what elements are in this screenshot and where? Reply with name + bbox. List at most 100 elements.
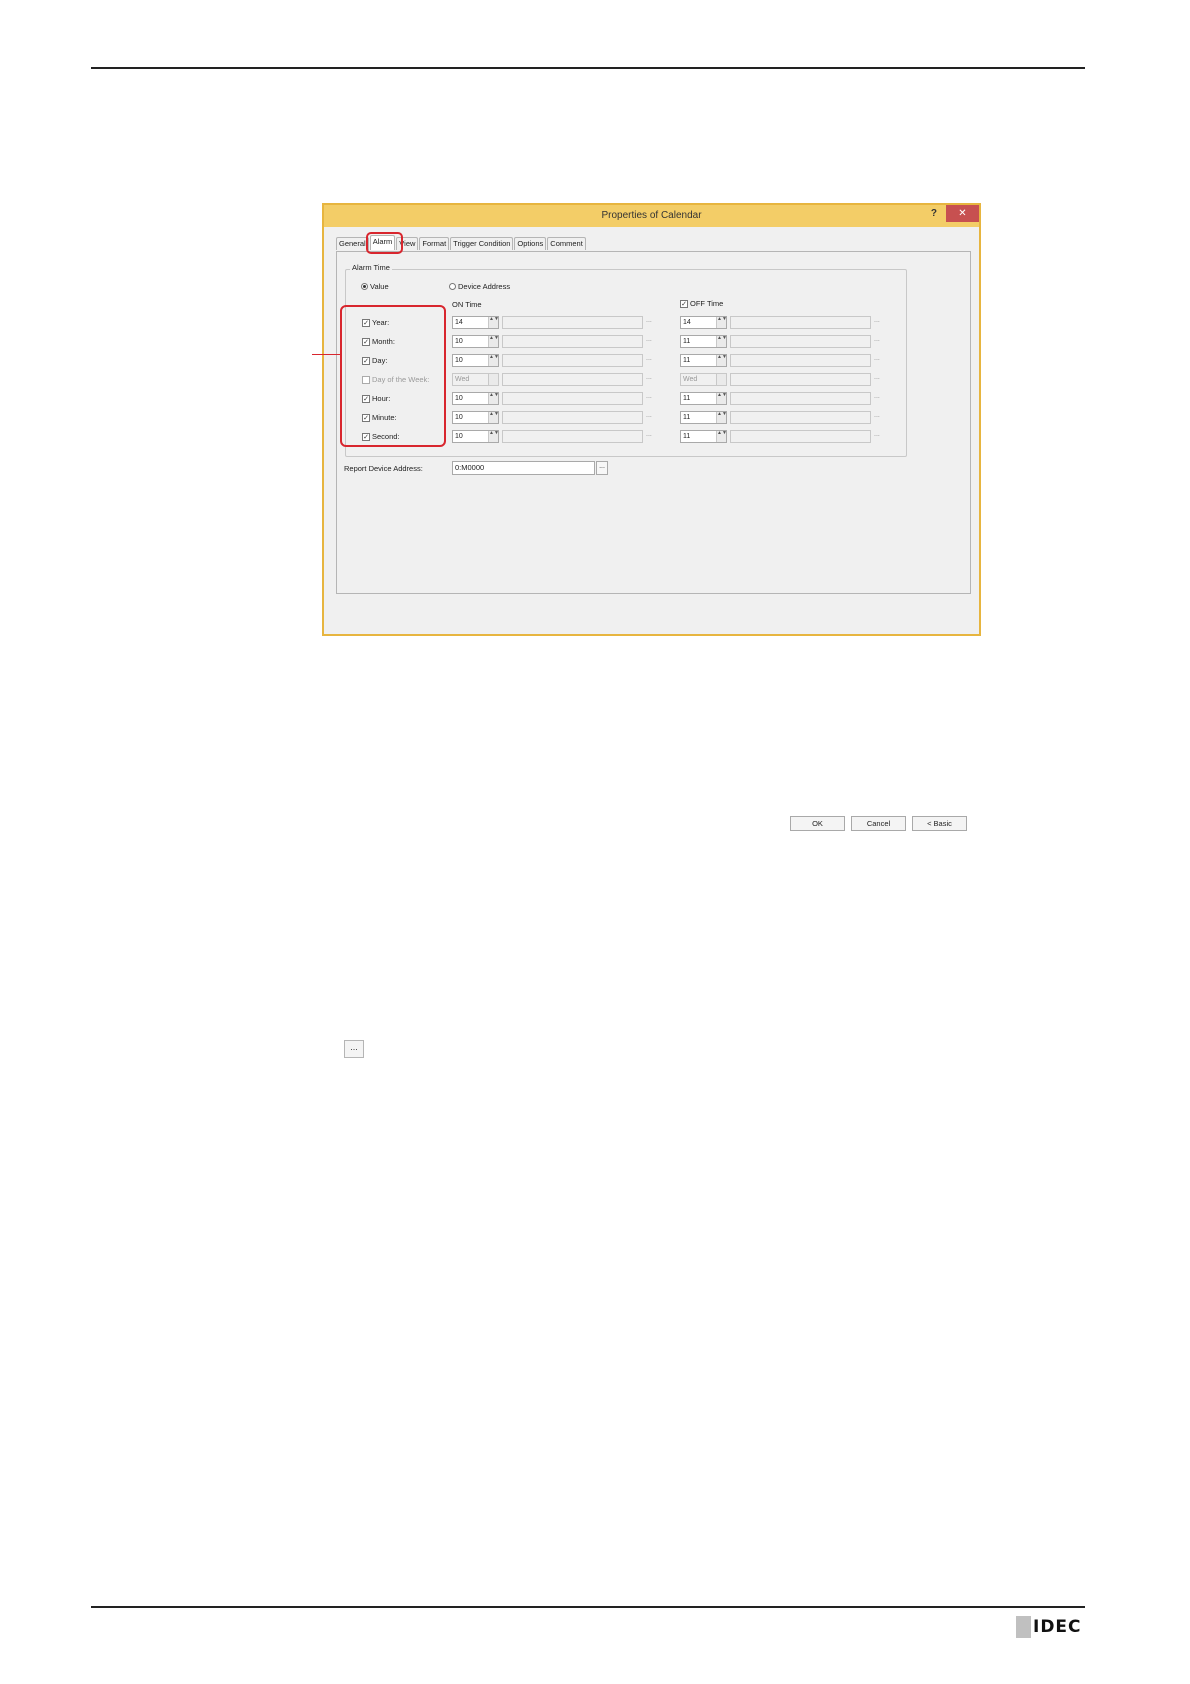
spin-arrows-icon[interactable]: ▲▼ (716, 336, 727, 347)
year-off-address-field (730, 316, 871, 329)
spin-arrows-icon[interactable]: ▲▼ (488, 355, 499, 366)
second-off-address-field (730, 430, 871, 443)
spin-arrows-icon[interactable]: ▲▼ (488, 393, 499, 404)
spin-arrows-icon[interactable]: ▲▼ (716, 412, 727, 423)
month-on-browse-button: ... (646, 336, 652, 343)
month-off-browse-button: ... (874, 336, 880, 343)
minute-off-spinner[interactable]: 11 ▲▼ (680, 411, 727, 424)
year-off-browse-button: ... (874, 317, 880, 324)
month-on-address-field (502, 335, 643, 348)
spin-arrows-icon[interactable]: ▲▼ (488, 317, 499, 328)
day-on-address-field (502, 354, 643, 367)
tab-general[interactable]: General (336, 237, 369, 250)
device-address-radio[interactable]: Device Address (449, 282, 510, 291)
logo-text: IDEC (1033, 1617, 1082, 1637)
report-device-address-input[interactable]: 0:M0000 (452, 461, 595, 475)
help-button[interactable]: ? (931, 208, 937, 219)
close-button[interactable]: ✕ (946, 205, 979, 222)
value-radio[interactable]: Value (361, 282, 389, 291)
day-off-browse-button: ... (874, 355, 880, 362)
chevron-down-icon (488, 374, 498, 385)
year-off-spinner[interactable]: 14 ▲▼ (680, 316, 727, 329)
year-on-browse-button: ... (646, 317, 652, 324)
month-off-address-field (730, 335, 871, 348)
day-off-spinner[interactable]: 11 ▲▼ (680, 354, 727, 367)
ok-button[interactable]: OK (790, 816, 845, 831)
ellipsis-button-sample: ... (344, 1040, 364, 1058)
second-on-spinner[interactable]: 10 ▲▼ (452, 430, 499, 443)
alarm-time-labels-highlight (340, 305, 446, 447)
second-on-browse-button: ... (646, 431, 652, 438)
tab-options[interactable]: Options (514, 237, 547, 250)
idec-logo: IDEC (1016, 1616, 1082, 1638)
off-time-checkbox[interactable]: ✓ (680, 299, 688, 308)
spin-arrows-icon[interactable]: ▲▼ (488, 412, 499, 423)
hour-on-spinner[interactable]: 10 ▲▼ (452, 392, 499, 405)
report-device-address-browse-button[interactable]: ... (596, 461, 608, 475)
value-radio-label: Value (370, 282, 389, 291)
chevron-down-icon (716, 374, 726, 385)
basic-button[interactable]: < Basic (912, 816, 967, 831)
year-on-spinner[interactable]: 14 ▲▼ (452, 316, 499, 329)
minute-off-value: 11 (683, 414, 691, 421)
hour-off-browse-button: ... (874, 393, 880, 400)
tab-format[interactable]: Format (419, 237, 450, 250)
month-on-spinner[interactable]: 10 ▲▼ (452, 335, 499, 348)
hour-on-address-field (502, 392, 643, 405)
minute-on-browse-button: ... (646, 412, 652, 419)
day-of-week-on-value: Wed (455, 376, 470, 383)
logo-mark-icon (1016, 1616, 1031, 1638)
minute-on-spinner[interactable]: 10 ▲▼ (452, 411, 499, 424)
day-off-value: 11 (683, 357, 691, 364)
footer-rule (91, 1606, 1085, 1608)
month-on-value: 10 (455, 338, 463, 345)
off-time-header: OFF Time (690, 299, 724, 308)
hour-off-value: 11 (683, 395, 691, 402)
tab-trigger-condition[interactable]: Trigger Condition (450, 237, 514, 250)
hour-on-value: 10 (455, 395, 463, 402)
spin-arrows-icon[interactable]: ▲▼ (716, 317, 727, 328)
day-of-week-on-browse-button: ... (646, 374, 652, 381)
day-of-week-on-address-field (502, 373, 643, 386)
minute-on-value: 10 (455, 414, 463, 421)
second-on-value: 10 (455, 433, 463, 440)
second-off-spinner[interactable]: 11 ▲▼ (680, 430, 727, 443)
second-on-address-field (502, 430, 643, 443)
day-on-browse-button: ... (646, 355, 652, 362)
second-off-browse-button: ... (874, 431, 880, 438)
radio-indicator (361, 283, 368, 290)
spin-arrows-icon[interactable]: ▲▼ (488, 336, 499, 347)
day-of-week-off-select: Wed (680, 373, 727, 386)
day-of-week-off-browse-button: ... (874, 374, 880, 381)
second-off-value: 11 (683, 433, 691, 440)
cancel-button[interactable]: Cancel (851, 816, 906, 831)
radio-indicator (449, 283, 456, 290)
spin-arrows-icon[interactable]: ▲▼ (488, 431, 499, 442)
day-of-week-off-address-field (730, 373, 871, 386)
day-on-value: 10 (455, 357, 463, 364)
minute-off-browse-button: ... (874, 412, 880, 419)
year-off-value: 14 (683, 319, 691, 326)
day-of-week-on-select: Wed (452, 373, 499, 386)
spin-arrows-icon[interactable]: ▲▼ (716, 393, 727, 404)
off-time-toggle[interactable]: ✓ OFF Time (680, 299, 723, 308)
hour-off-spinner[interactable]: 11 ▲▼ (680, 392, 727, 405)
dialog-title: Properties of Calendar (601, 210, 702, 221)
day-off-address-field (730, 354, 871, 367)
hour-off-address-field (730, 392, 871, 405)
minute-off-address-field (730, 411, 871, 424)
tab-comment[interactable]: Comment (547, 237, 586, 250)
day-on-spinner[interactable]: 10 ▲▼ (452, 354, 499, 367)
callout-line (312, 354, 340, 355)
spin-arrows-icon[interactable]: ▲▼ (716, 355, 727, 366)
spin-arrows-icon[interactable]: ▲▼ (716, 431, 727, 442)
report-device-address-label: Report Device Address: (344, 464, 423, 473)
month-off-spinner[interactable]: 11 ▲▼ (680, 335, 727, 348)
header-rule (91, 67, 1085, 69)
year-on-value: 14 (455, 319, 463, 326)
year-on-address-field (502, 316, 643, 329)
title-bar: Properties of Calendar ? ✕ (324, 205, 979, 227)
minute-on-address-field (502, 411, 643, 424)
device-address-radio-label: Device Address (458, 282, 511, 291)
hour-on-browse-button: ... (646, 393, 652, 400)
